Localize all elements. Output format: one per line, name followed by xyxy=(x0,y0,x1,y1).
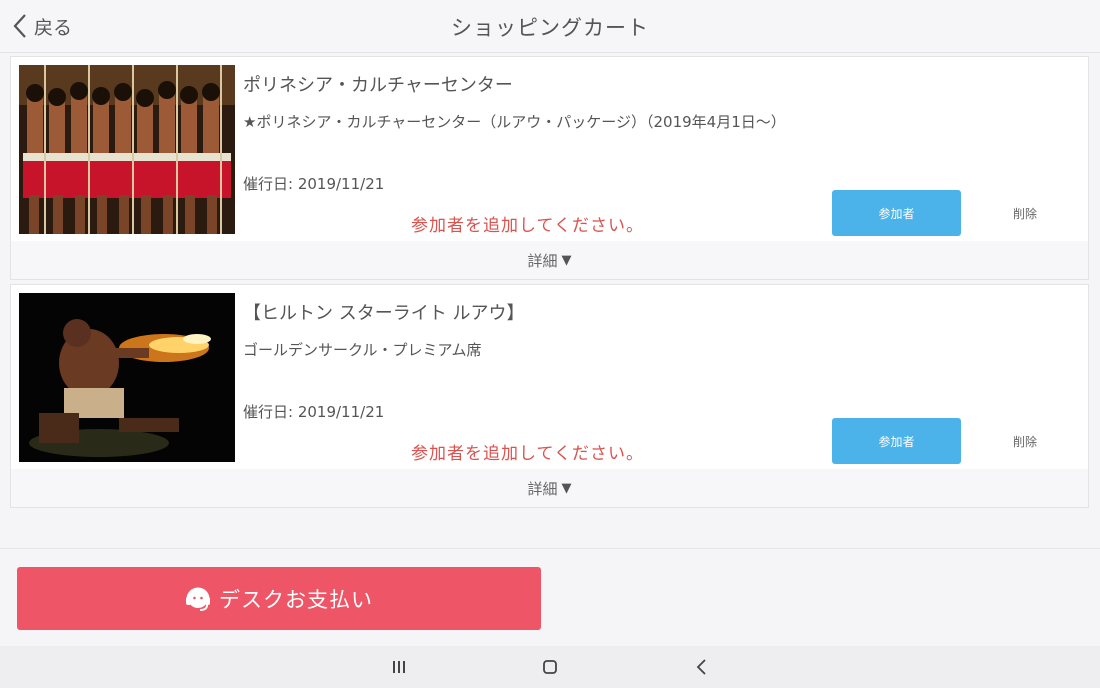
recent-apps-button[interactable] xyxy=(384,655,414,679)
details-toggle[interactable]: 詳細 ▼ xyxy=(11,469,1088,507)
checkout-footer: デスクお支払い xyxy=(0,548,1100,647)
participant-button[interactable]: 参加者 xyxy=(832,418,961,464)
product-image xyxy=(19,65,235,234)
home-button[interactable] xyxy=(535,655,565,679)
participant-button[interactable]: 参加者 xyxy=(832,190,961,236)
system-nav-bar xyxy=(0,646,1100,688)
pay-label: デスクお支払い xyxy=(219,587,373,612)
delete-button[interactable]: 削除 xyxy=(971,190,1079,236)
product-subtitle: ★ポリネシア・カルチャーセンター（ルアウ・パッケージ）（2019年4月1日〜） xyxy=(243,113,786,131)
details-toggle[interactable]: 詳細 ▼ xyxy=(11,241,1088,279)
product-title: 【ヒルトン スターライト ルアウ】 xyxy=(243,303,525,324)
tour-date: 催行日: 2019/11/21 xyxy=(243,175,385,193)
page-title: ショッピングカート xyxy=(451,16,649,40)
home-icon xyxy=(543,660,557,674)
triangle-down-icon: ▼ xyxy=(561,480,572,496)
product-image xyxy=(19,293,235,462)
cart-list: ポリネシア・カルチャーセンター ★ポリネシア・カルチャーセンター（ルアウ・パッケ… xyxy=(0,53,1100,548)
triangle-down-icon: ▼ xyxy=(561,252,572,268)
details-label: 詳細 xyxy=(527,479,558,498)
tour-date: 催行日: 2019/11/21 xyxy=(243,403,385,421)
nav-back-icon xyxy=(696,659,706,675)
delete-button[interactable]: 削除 xyxy=(971,418,1079,464)
details-label: 詳細 xyxy=(527,251,558,270)
cart-item: 【ヒルトン スターライト ルアウ】 ゴールデンサークル・プレミアム席 催行日: … xyxy=(10,284,1089,508)
nav-back-button[interactable] xyxy=(687,655,717,679)
product-title: ポリネシア・カルチャーセンター xyxy=(243,75,513,96)
app-header: 戻る ショッピングカート xyxy=(0,0,1100,53)
add-participant-warning: 参加者を追加してください。 xyxy=(411,216,644,236)
product-subtitle: ゴールデンサークル・プレミアム席 xyxy=(243,341,482,359)
desk-payment-button[interactable]: デスクお支払い xyxy=(17,567,541,630)
cart-item: ポリネシア・カルチャーセンター ★ポリネシア・カルチャーセンター（ルアウ・パッケ… xyxy=(10,56,1089,280)
recent-apps-icon xyxy=(393,661,405,673)
headset-icon xyxy=(186,587,210,611)
add-participant-warning: 参加者を追加してください。 xyxy=(411,444,644,464)
